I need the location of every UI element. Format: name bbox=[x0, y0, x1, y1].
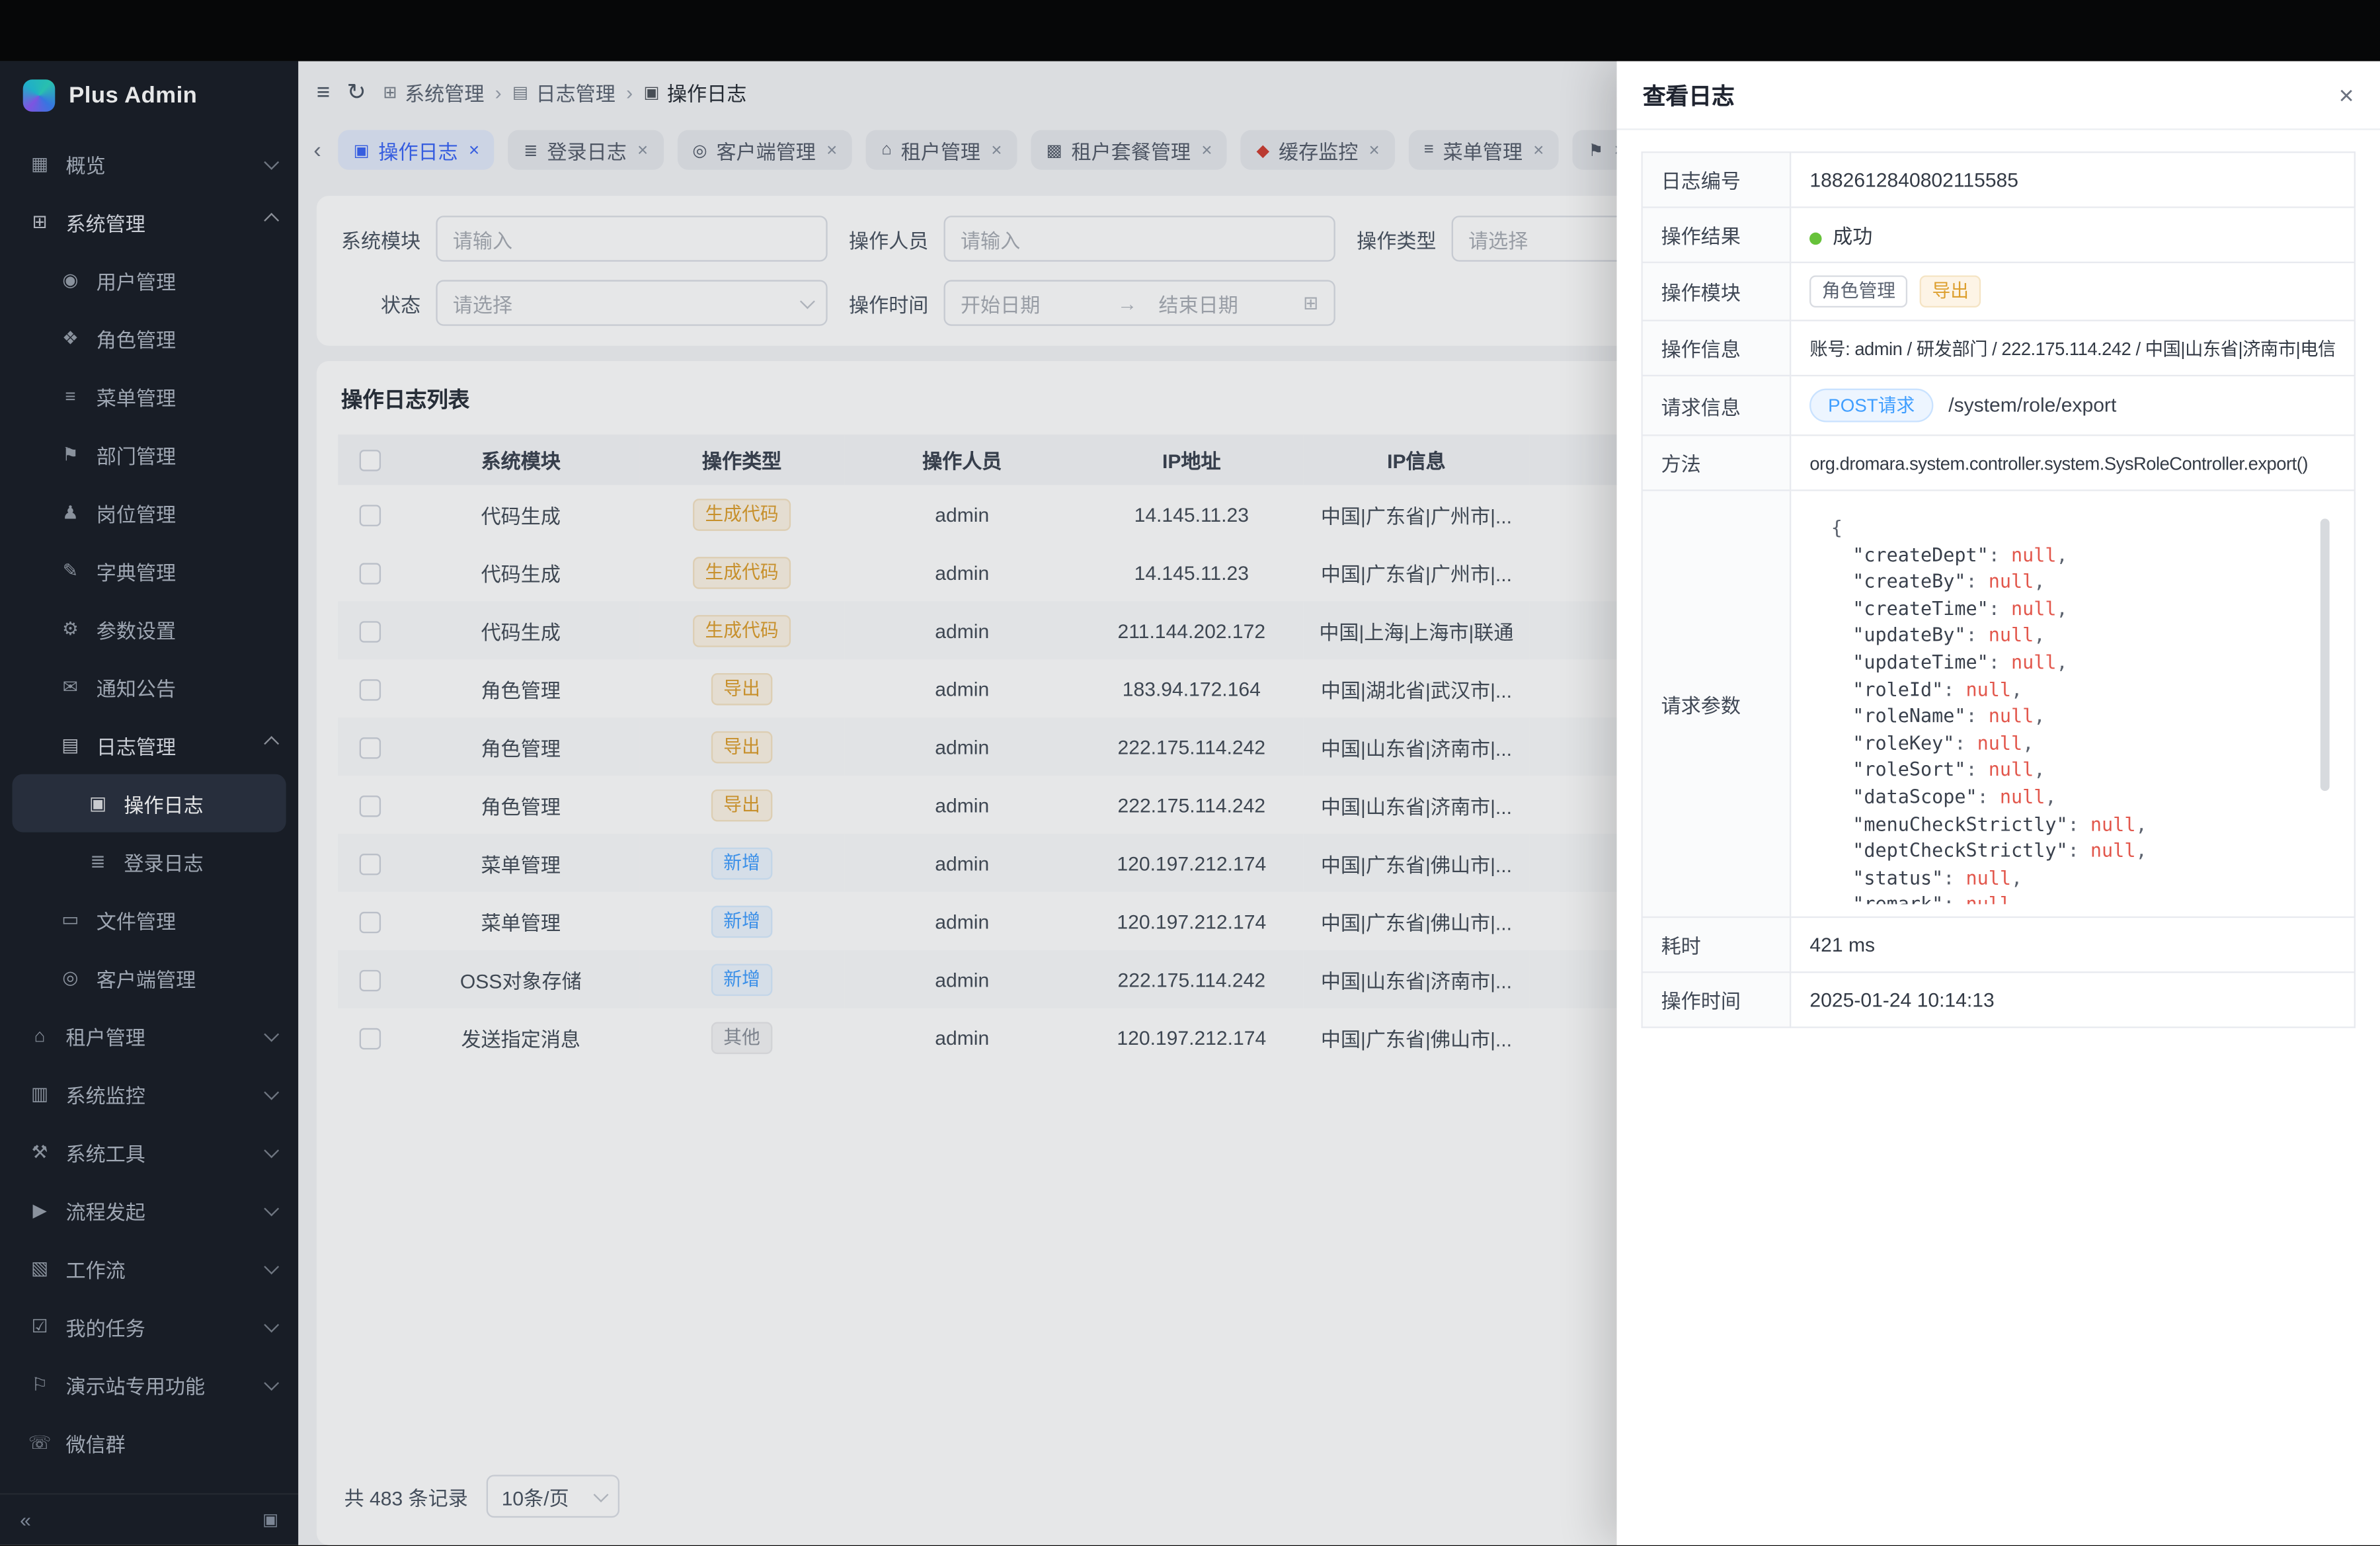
field-label: 操作时间 bbox=[1642, 972, 1791, 1027]
log-field-row: 操作模块角色管理导出 bbox=[1642, 263, 2355, 321]
module-tag: 角色管理 bbox=[1809, 275, 1907, 307]
field-label: 耗时 bbox=[1642, 917, 1791, 972]
request-params-code[interactable]: {"createDept": null,"createBy": null,"cr… bbox=[1809, 503, 2335, 904]
app-window: Plus Admin ▦概览⊞系统管理◉用户管理❖角色管理≡菜单管理⚑部门管理♟… bbox=[0, 61, 2380, 1545]
log-field-row: 请求参数{"createDept": null,"createBy": null… bbox=[1642, 491, 2355, 918]
drawer-view-log: 查看日志 × 日志编号 1882612840802115585 操作结果 成功操作模块… bbox=[1617, 61, 2380, 1545]
screen: Plus Admin ▦概览⊞系统管理◉用户管理❖角色管理≡菜单管理⚑部门管理♟… bbox=[0, 0, 2380, 1545]
status-dot-icon bbox=[1809, 232, 1822, 245]
field-label: 方法 bbox=[1642, 435, 1791, 490]
field-label: 操作信息 bbox=[1642, 321, 1791, 376]
field-value-cell: 账号: admin / 研发部门 / 222.175.114.242 / 中国|… bbox=[1790, 321, 2354, 376]
http-method-tag: POST请求 bbox=[1809, 389, 1933, 423]
log-field-row: 操作信息账号: admin / 研发部门 / 222.175.114.242 /… bbox=[1642, 321, 2355, 376]
request-url: /system/role/export bbox=[1948, 393, 2116, 417]
field-label: 日志编号 bbox=[1642, 152, 1791, 207]
field-value-cell: 成功 bbox=[1790, 207, 2354, 262]
drawer-title: 查看日志 bbox=[1643, 79, 1735, 111]
field-value: 421 ms bbox=[1809, 933, 1875, 956]
field-value-cell: 2025-01-24 10:14:13 bbox=[1790, 972, 2354, 1027]
field-value: 1882612840802115585 bbox=[1809, 168, 2018, 191]
module-tag: 导出 bbox=[1920, 275, 1981, 307]
field-value-cell: 421 ms bbox=[1790, 917, 2354, 972]
field-value: 2025-01-24 10:14:13 bbox=[1809, 989, 1994, 1012]
field-value-cell: org.dromara.system.controller.system.Sys… bbox=[1790, 435, 2354, 490]
log-field-row: 方法 org.dromara.system.controller.system.S… bbox=[1642, 435, 2355, 490]
log-field-row: 耗时 421 ms bbox=[1642, 917, 2355, 972]
field-label: 请求参数 bbox=[1642, 491, 1791, 918]
status-text: 成功 bbox=[1833, 225, 1872, 248]
field-label: 请求信息 bbox=[1642, 376, 1791, 435]
log-detail-table: 日志编号1882612840802115585操作结果成功操作模块角色管理导出操… bbox=[1642, 151, 2356, 1028]
log-field-row: 操作结果 成功 bbox=[1642, 207, 2355, 262]
drawer-header: 查看日志 × bbox=[1617, 61, 2380, 130]
field-value-cell: POST请求/system/role/export bbox=[1790, 376, 2354, 435]
field-label: 操作结果 bbox=[1642, 207, 1791, 262]
scrollbar-thumb[interactable] bbox=[2320, 518, 2330, 791]
drawer-body: 日志编号1882612840802115585操作结果成功操作模块角色管理导出操… bbox=[1617, 130, 2380, 1049]
field-value-cell: 角色管理导出 bbox=[1790, 263, 2354, 321]
field-value-cell: 1882612840802115585 bbox=[1790, 152, 2354, 207]
field-value: 账号: admin / 研发部门 / 222.175.114.242 / 中国|… bbox=[1809, 338, 2335, 359]
log-field-row: 日志编号 1882612840802115585 bbox=[1642, 152, 2355, 207]
field-value-cell: {"createDept": null,"createBy": null,"cr… bbox=[1790, 491, 2354, 918]
field-label: 操作模块 bbox=[1642, 263, 1791, 321]
log-field-row: 操作时间 2025-01-24 10:14:13 bbox=[1642, 972, 2355, 1027]
close-icon[interactable]: × bbox=[2339, 82, 2354, 108]
log-field-row: 请求信息POST请求/system/role/export bbox=[1642, 376, 2355, 435]
field-value: org.dromara.system.controller.system.Sys… bbox=[1809, 453, 2308, 474]
letterbox-top bbox=[0, 0, 2380, 61]
